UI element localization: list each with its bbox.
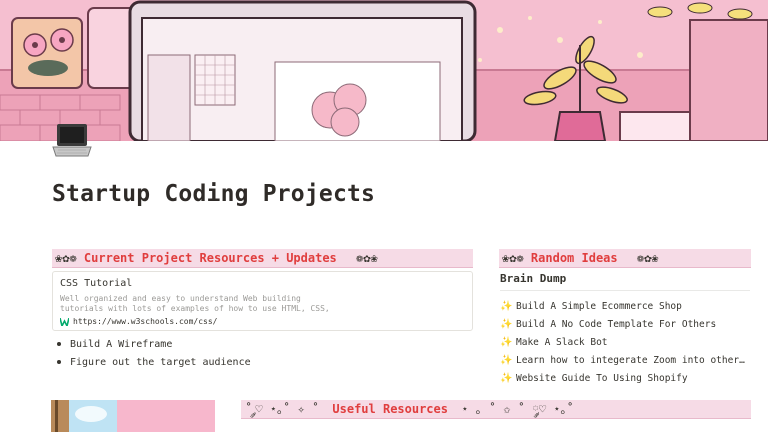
list-item[interactable]: Figure out the target audience xyxy=(55,353,475,371)
list-item-text: Figure out the target audience xyxy=(70,356,251,368)
random-ideas-header: ❀✿❁ Random Ideas ❁✿❀ xyxy=(499,249,751,268)
bullet-dot xyxy=(57,342,61,346)
page-title[interactable]: Startup Coding Projects xyxy=(52,181,375,207)
list-item[interactable]: ✨ Make A Slack Bot xyxy=(500,333,750,351)
sparkles-icon: ✨ xyxy=(500,372,513,384)
project-bullet-list: Build A Wireframe Figure out the target … xyxy=(55,335,475,371)
list-item-text: Learn how to integerate Zoom into other … xyxy=(516,354,750,366)
divider xyxy=(500,290,750,291)
sparkles-icon: ✨ xyxy=(500,336,513,348)
header-decoration-right: ❁✿❀ xyxy=(636,251,659,265)
ideas-list: ✨ Build A Simple Ecommerce Shop ✨ Build … xyxy=(500,297,750,387)
header-decoration-right: ❁✿❀ xyxy=(356,251,378,265)
bookmark-url-row: https://www.w3schools.com/css/ xyxy=(59,317,465,328)
list-item[interactable]: Build A Wireframe xyxy=(55,335,475,353)
list-item-text: Build A Wireframe xyxy=(70,338,173,350)
cover-image[interactable] xyxy=(0,0,768,141)
useful-resources-header: ˚ ༘♡ ⋆｡˚ ✧ ˚ Useful Resources ⋆ ｡ ˚ ✩ ˚ … xyxy=(241,400,751,419)
useful-resources-title: Useful Resources xyxy=(332,402,448,416)
bookmark-description-line1: Well organized and easy to understand We… xyxy=(60,294,301,303)
bullet-dot xyxy=(57,360,61,364)
laptop-icon[interactable] xyxy=(50,120,94,162)
header-decoration-left: ❀✿❁ xyxy=(55,251,77,265)
list-item-text: Website Guide To Using Shopify xyxy=(516,372,688,384)
header-decoration-left: ˚ ༘♡ ⋆｡˚ ✧ ˚ xyxy=(245,402,320,416)
sparkles-icon: ✨ xyxy=(500,354,513,366)
w3schools-icon xyxy=(59,317,70,328)
header-decoration-right: ⋆ ｡ ˚ ✩ ˚ ༘♡ ⋆｡˚ xyxy=(461,402,574,416)
bookmark-title: CSS Tutorial xyxy=(60,278,133,289)
css-tutorial-bookmark[interactable]: CSS Tutorial Well organized and easy to … xyxy=(52,271,473,331)
cover-illustration xyxy=(0,0,768,141)
bookmark-description: Well organized and easy to understand We… xyxy=(60,294,465,314)
sparkles-icon: ✨ xyxy=(500,318,513,330)
list-item[interactable]: ✨ Build A Simple Ecommerce Shop xyxy=(500,297,750,315)
gallery-thumbnail[interactable] xyxy=(51,400,215,432)
list-item[interactable]: ✨ Learn how to integerate Zoom into othe… xyxy=(500,351,750,369)
sparkles-icon: ✨ xyxy=(500,300,513,312)
project-resources-header: ❀✿❁ Current Project Resources + Updates … xyxy=(52,249,473,268)
project-resources-title: Current Project Resources + Updates xyxy=(83,251,337,265)
list-item[interactable]: ✨ Website Guide To Using Shopify xyxy=(500,369,750,387)
brain-dump-heading[interactable]: Brain Dump xyxy=(500,272,566,285)
bookmark-url: https://www.w3schools.com/css/ xyxy=(73,317,218,326)
list-item-text: Build A No Code Template For Others xyxy=(516,318,717,330)
list-item-text: Make A Slack Bot xyxy=(516,336,608,348)
header-decoration-left: ❀✿❁ xyxy=(502,251,524,265)
list-item-text: Build A Simple Ecommerce Shop xyxy=(516,300,682,312)
random-ideas-title: Random Ideas xyxy=(530,251,618,265)
list-item[interactable]: ✨ Build A No Code Template For Others xyxy=(500,315,750,333)
bookmark-description-line2: tutorials with lots of examples of how t… xyxy=(60,304,330,313)
